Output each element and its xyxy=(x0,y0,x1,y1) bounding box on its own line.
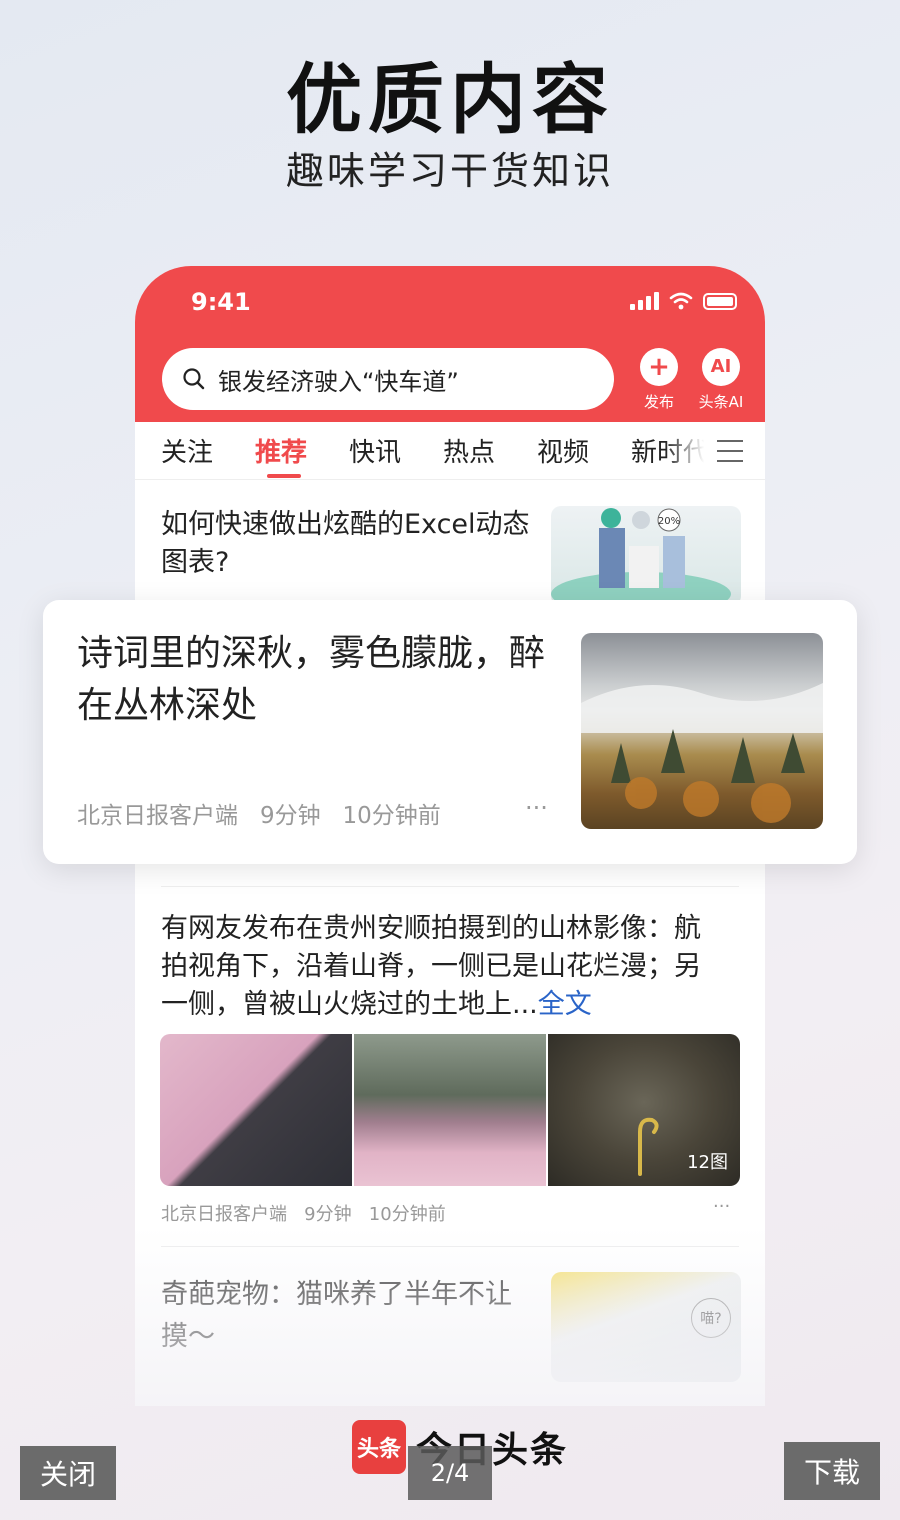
tab-recommend[interactable]: 推荐 xyxy=(255,432,307,469)
more-options-icon[interactable]: ··· xyxy=(713,1196,730,1217)
misty-forest-illustration xyxy=(581,683,823,823)
app-header: 9:41 银发经济驶入“快车道” + 发布 AI 头条AI xyxy=(135,266,765,422)
post-time: 10分钟前 xyxy=(368,1204,446,1225)
plus-icon: + xyxy=(640,348,678,386)
channel-menu-icon[interactable] xyxy=(717,440,743,462)
post-time: 10分钟前 xyxy=(342,803,441,829)
toutiao-ai-label: 头条AI xyxy=(698,393,744,411)
publish-button[interactable]: + 发布 xyxy=(629,348,689,412)
image-gallery[interactable]: 12图 xyxy=(160,1034,740,1186)
article-source: 北京日报客户端 xyxy=(77,803,238,829)
gallery-image[interactable] xyxy=(354,1034,546,1186)
wifi-icon xyxy=(669,292,693,310)
more-options-icon[interactable]: ··· xyxy=(525,794,548,822)
featured-article-card[interactable]: 诗词里的深秋，雾色朦胧，醉在丛林深处 北京日报客户端 9分钟 10分钟前 ··· xyxy=(43,600,857,864)
promo-subheadline: 趣味学习干货知识 xyxy=(285,149,614,193)
article-title[interactable]: 如何快速做出炫酷的Excel动态图表? xyxy=(161,506,531,582)
read-time: 9分钟 xyxy=(259,803,321,829)
page-indicator: 2/4 xyxy=(408,1446,492,1500)
featured-article-title[interactable]: 诗词里的深秋，雾色朦胧，醉在丛林深处 xyxy=(77,628,547,732)
image-count-badge: 12图 xyxy=(687,1152,728,1173)
article-meta: 北京日报客户端 9分钟 10分钟前 xyxy=(161,1200,446,1226)
article-thumbnail[interactable]: 20% xyxy=(551,506,741,606)
full-text-link[interactable]: 全文 xyxy=(538,989,592,1020)
article-thumbnail[interactable]: 喵? xyxy=(551,1272,741,1382)
buildings-illustration: 20% xyxy=(551,508,731,606)
status-time: 9:41 xyxy=(191,288,251,316)
promo-headline: 优质内容 xyxy=(286,55,614,144)
featured-article-image[interactable] xyxy=(581,633,823,829)
divider xyxy=(161,886,739,887)
tab-flash[interactable]: 快讯 xyxy=(349,432,401,469)
toutiao-ai-button[interactable]: AI 头条AI xyxy=(691,348,751,412)
battery-icon xyxy=(703,292,737,310)
signal-icon xyxy=(630,292,659,310)
speech-bubble-icon: 喵? xyxy=(691,1298,731,1338)
tab-fade xyxy=(665,422,721,478)
gallery-image[interactable]: 12图 xyxy=(548,1034,740,1186)
tab-follow[interactable]: 关注 xyxy=(161,432,213,469)
status-icons xyxy=(630,292,737,310)
publish-label: 发布 xyxy=(643,393,674,411)
download-button[interactable]: 下载 xyxy=(784,1442,880,1500)
article-meta: 北京日报客户端 9分钟 10分钟前 xyxy=(77,796,441,830)
article-source: 北京日报客户端 xyxy=(161,1204,287,1225)
close-button[interactable]: 关闭 xyxy=(20,1446,116,1500)
tab-hot[interactable]: 热点 xyxy=(443,432,495,469)
search-placeholder: 银发经济驶入“快车道” xyxy=(218,367,459,396)
search-input[interactable]: 银发经济驶入“快车道” xyxy=(162,348,614,410)
article-title[interactable]: 有网友发布在贵州安顺拍摄到的山林影像：航拍视角下，沿着山脊，一侧已是山花烂漫；另… xyxy=(161,910,717,1024)
channel-tabs: 关注 推荐 快讯 热点 视频 新时代 xyxy=(135,422,765,480)
toutiao-logo: 头条 xyxy=(352,1420,406,1474)
search-icon xyxy=(183,368,205,390)
divider xyxy=(161,1246,739,1247)
gallery-image[interactable] xyxy=(160,1034,352,1186)
tab-video[interactable]: 视频 xyxy=(537,432,589,469)
read-time: 9分钟 xyxy=(304,1204,352,1225)
active-tab-indicator xyxy=(267,474,301,478)
svg-text:20%: 20% xyxy=(658,516,680,527)
article-title[interactable]: 奇葩宠物：猫咪养了半年不让摸～ xyxy=(161,1274,531,1358)
ai-icon: AI xyxy=(702,348,740,386)
